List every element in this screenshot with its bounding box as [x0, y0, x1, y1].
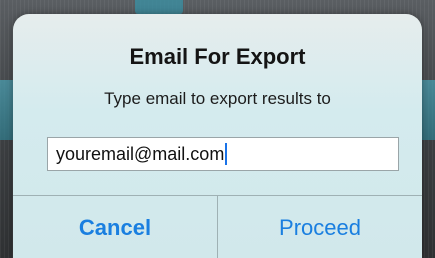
dialog-title: Email For Export	[129, 44, 306, 69]
text-caret	[225, 143, 228, 165]
backdrop-tab	[135, 0, 183, 14]
email-field[interactable]: youremail@mail.com	[47, 137, 399, 171]
cancel-button[interactable]: Cancel	[13, 196, 218, 258]
email-field-value: youremail@mail.com	[56, 143, 225, 164]
email-export-dialog: Email For Export Type email to export re…	[13, 14, 422, 258]
dialog-message: Type email to export results to	[104, 89, 331, 108]
dialog-button-row: Cancel Proceed	[13, 195, 422, 258]
proceed-button[interactable]: Proceed	[218, 196, 422, 258]
